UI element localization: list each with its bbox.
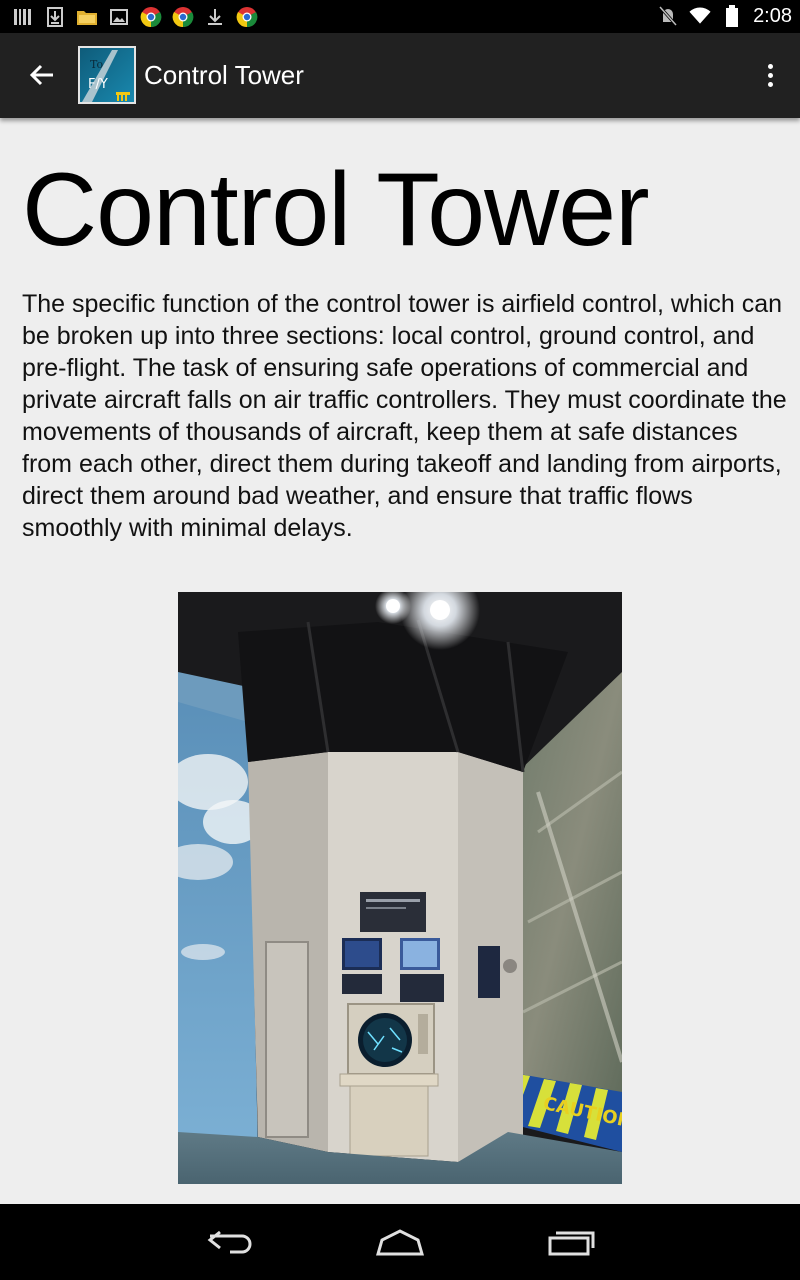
overflow-dot: [767, 63, 773, 69]
home-icon: [376, 1229, 424, 1256]
svg-text:F/Y: F/Y: [88, 77, 108, 92]
notification-icons: [12, 5, 258, 29]
battery-icon: [721, 5, 743, 27]
page-heading: Control Tower: [22, 152, 650, 268]
nav-recents-button[interactable]: [542, 1222, 602, 1262]
nav-home-button[interactable]: [370, 1222, 430, 1262]
control-tower-photo: CAUTION: [178, 592, 622, 1184]
clock-time: 2:08: [753, 4, 792, 27]
nav-back-button[interactable]: [200, 1222, 260, 1262]
overflow-dot: [767, 72, 773, 78]
system-icons: 2:08: [657, 4, 792, 28]
download-icon: [204, 6, 226, 28]
chrome-icon: [172, 6, 194, 28]
mute-icon: [657, 5, 679, 27]
arrow-left-icon: [29, 64, 53, 86]
navigation-bar: [0, 1204, 800, 1280]
body-paragraph: The specific function of the control tow…: [22, 290, 787, 542]
overflow-dot: [767, 81, 773, 87]
back-button[interactable]: [22, 55, 62, 95]
wifi-icon: [689, 5, 711, 27]
action-bar: To F/Y Control Tower: [0, 33, 800, 118]
recents-icon: [548, 1231, 595, 1256]
barcode-icon: [12, 6, 34, 28]
svg-text:To: To: [90, 58, 103, 71]
content-area[interactable]: Control Tower The specific function of t…: [0, 118, 800, 1204]
action-bar-title: Control Tower: [144, 60, 304, 90]
overflow-menu-button[interactable]: [758, 55, 782, 95]
image-icon: [108, 6, 130, 28]
status-bar: 2:08: [0, 0, 800, 33]
download-box-icon: [44, 6, 66, 28]
app-logo-icon: To F/Y: [78, 46, 136, 104]
folder-icon: [76, 6, 98, 28]
chrome-icon: [236, 6, 258, 28]
back-icon: [207, 1230, 252, 1254]
chrome-icon: [140, 6, 162, 28]
